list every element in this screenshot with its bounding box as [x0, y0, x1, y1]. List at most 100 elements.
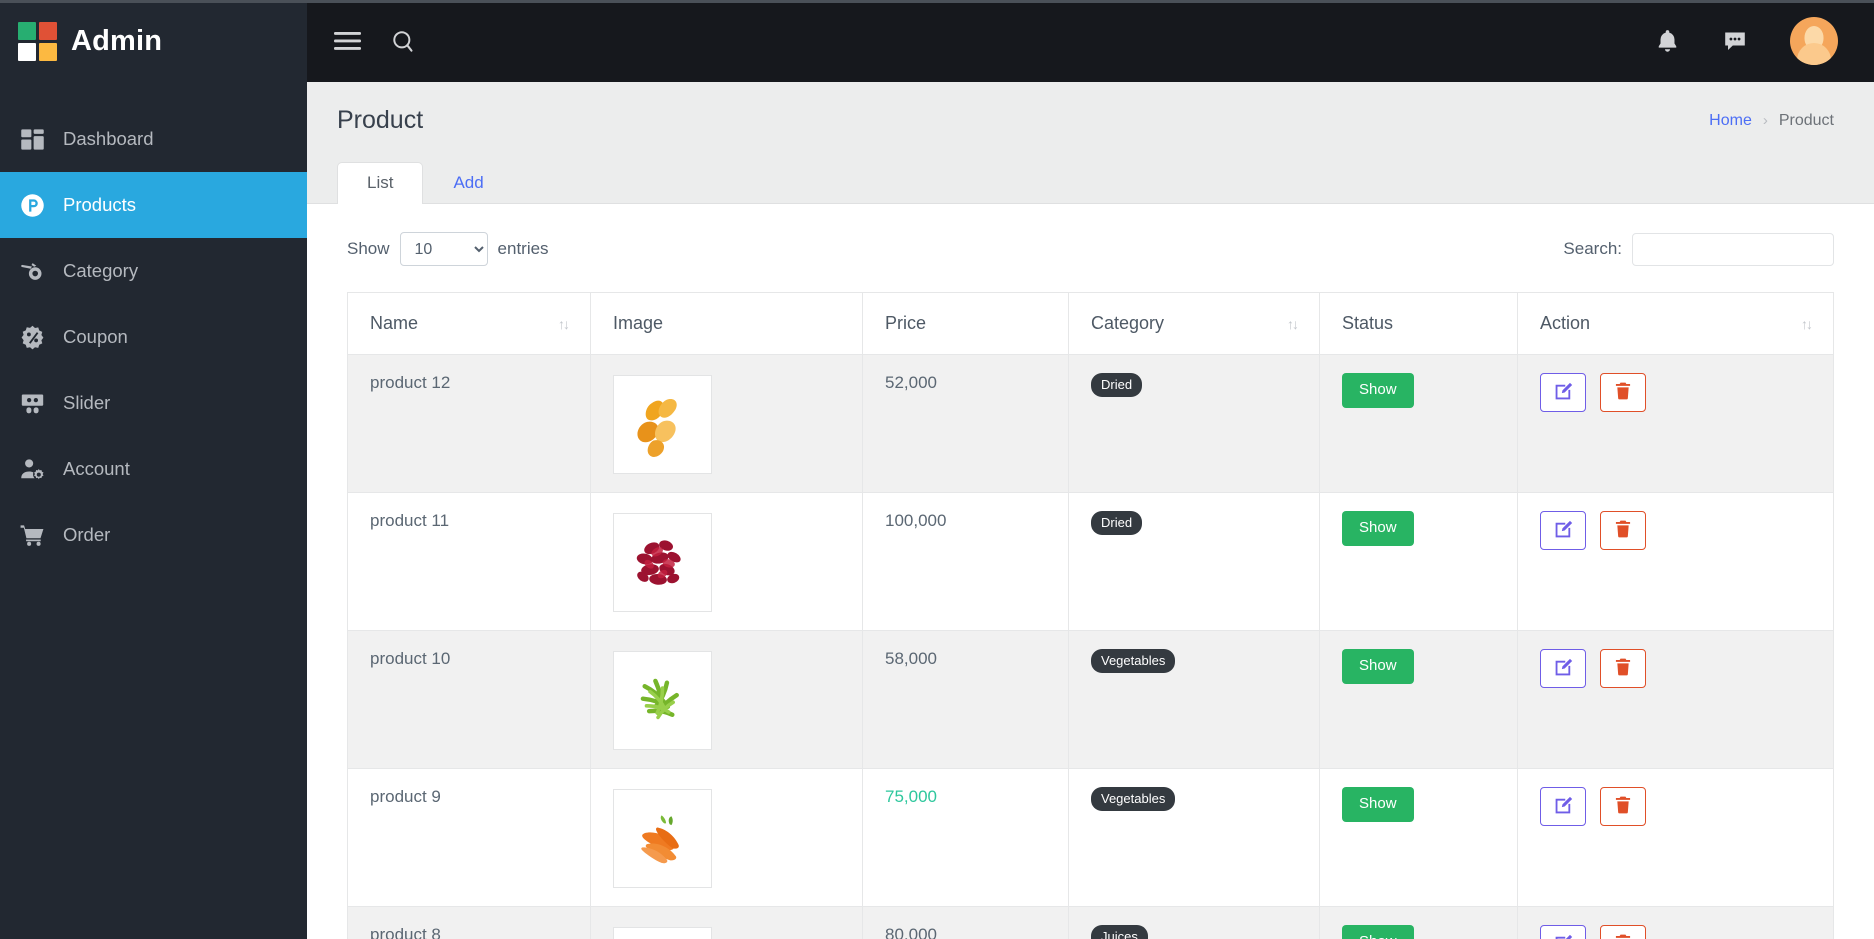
delete-button[interactable]: [1600, 787, 1646, 826]
cell-status: Show: [1319, 630, 1518, 769]
trash-icon: [1613, 381, 1633, 404]
cell-status: Show: [1319, 906, 1518, 939]
chat-bubble-icon[interactable]: [1722, 29, 1748, 54]
sidebar-item-account[interactable]: Account: [0, 436, 307, 502]
brand-logo-area[interactable]: Admin: [0, 0, 307, 82]
category-badge: Vegetables: [1091, 649, 1176, 673]
search-icon[interactable]: [391, 29, 416, 54]
delete-button[interactable]: [1600, 649, 1646, 688]
coupon-percent-icon: [18, 323, 46, 351]
product-table: Name ↑↓ Image Price Category ↑↓ Status A…: [347, 292, 1834, 939]
cell-price: 58,000: [862, 630, 1069, 769]
cell-status: Show: [1319, 492, 1518, 631]
edit-pencil-icon: [1553, 519, 1574, 543]
tab-add[interactable]: Add: [423, 162, 513, 204]
dashboard-icon: [18, 125, 46, 153]
column-label: Name: [370, 313, 419, 333]
edit-pencil-icon: [1553, 657, 1574, 681]
cell-name: product 11: [347, 492, 591, 631]
sidebar-item-label: Coupon: [63, 326, 128, 347]
delete-button[interactable]: [1600, 511, 1646, 550]
show-button[interactable]: Show: [1342, 649, 1414, 684]
edit-button[interactable]: [1540, 925, 1586, 939]
product-thumbnail: [613, 651, 712, 750]
logo-tile-4: [39, 42, 57, 61]
sort-arrows-icon: ↑↓: [558, 315, 570, 332]
column-header-status[interactable]: Status: [1319, 292, 1518, 355]
cell-price: 100,000: [862, 492, 1069, 631]
search-group: Search:: [1563, 232, 1834, 266]
logo-tile-2: [39, 21, 57, 40]
cell-name: product 9: [347, 768, 591, 907]
sidebar-item-dashboard[interactable]: Dashboard: [0, 106, 307, 172]
product-price: 58,000: [885, 649, 937, 668]
edit-button[interactable]: [1540, 787, 1586, 826]
bell-icon[interactable]: [1655, 28, 1680, 54]
product-name: product 9: [370, 787, 441, 806]
edit-button[interactable]: [1540, 511, 1586, 550]
cell-price: 80,000: [862, 906, 1069, 939]
topbar: [307, 0, 1874, 82]
avatar-body: [1797, 43, 1831, 65]
column-header-name[interactable]: Name ↑↓: [347, 292, 591, 355]
logo-tile-3: [18, 42, 36, 61]
tab-bar: List Add: [307, 159, 1874, 204]
column-label: Price: [885, 313, 927, 333]
sidebar-item-label: Order: [63, 524, 111, 545]
page-header: Product Home › Product: [307, 82, 1874, 159]
sidebar-item-products[interactable]: Products: [0, 172, 307, 238]
cell-action: [1517, 492, 1834, 631]
cell-price: 75,000: [862, 768, 1069, 907]
sidebar-item-slider[interactable]: Slider: [0, 370, 307, 436]
column-header-price[interactable]: Price: [862, 292, 1069, 355]
delete-button[interactable]: [1600, 373, 1646, 412]
product-thumbnail: [613, 927, 712, 939]
action-button-group: [1540, 649, 1811, 688]
table-header-row: Name ↑↓ Image Price Category ↑↓ Status A…: [347, 292, 1834, 355]
category-badge: Vegetables: [1091, 787, 1176, 811]
delete-button[interactable]: [1600, 925, 1646, 939]
trash-icon: [1613, 519, 1633, 542]
sidebar-item-label: Account: [63, 458, 130, 479]
edit-button[interactable]: [1540, 649, 1586, 688]
show-button[interactable]: Show: [1342, 511, 1414, 546]
main-area: Product Home › Product List Add Show 102…: [307, 0, 1874, 939]
user-avatar[interactable]: [1790, 17, 1838, 65]
cell-image: [590, 354, 863, 493]
cell-status: Show: [1319, 768, 1518, 907]
column-label: Action: [1540, 313, 1591, 333]
show-button[interactable]: Show: [1342, 925, 1414, 939]
cell-action: [1517, 768, 1834, 907]
sidebar-item-coupon[interactable]: Coupon: [0, 304, 307, 370]
column-header-image[interactable]: Image: [590, 292, 863, 355]
cell-action: [1517, 630, 1834, 769]
breadcrumb-home-link[interactable]: Home: [1709, 112, 1752, 130]
cell-image: [590, 630, 863, 769]
show-entries-group: Show 102550100 entries: [347, 232, 549, 266]
product-price: 100,000: [885, 511, 947, 530]
chevron-right-icon: ›: [1762, 112, 1768, 129]
tab-list[interactable]: List: [337, 161, 424, 204]
sidebar-item-label: Slider: [63, 392, 111, 413]
search-input[interactable]: [1632, 232, 1834, 266]
cell-category: Juices: [1068, 906, 1320, 939]
entries-select[interactable]: 102550100: [399, 232, 488, 266]
cell-category: Dried: [1068, 354, 1320, 493]
search-label: Search:: [1563, 239, 1622, 258]
hamburger-menu-icon[interactable]: [334, 31, 361, 51]
product-name: product 8: [370, 925, 441, 939]
trash-icon: [1613, 657, 1633, 680]
breadcrumb-current: Product: [1778, 111, 1834, 129]
sidebar-item-order[interactable]: Order: [0, 502, 307, 568]
product-price: 75,000: [885, 787, 937, 806]
cell-name: product 8: [347, 906, 591, 939]
sidebar-item-category[interactable]: Category: [0, 238, 307, 304]
edit-button[interactable]: [1540, 373, 1586, 412]
sort-arrows-icon: ↑↓: [1801, 315, 1813, 332]
show-button[interactable]: Show: [1342, 373, 1414, 408]
column-header-action[interactable]: Action ↑↓: [1517, 292, 1834, 355]
action-button-group: [1540, 925, 1811, 939]
show-button[interactable]: Show: [1342, 787, 1414, 822]
table-row: product 10 58,000 Vegetables Show: [347, 630, 1834, 769]
column-header-category[interactable]: Category ↑↓: [1068, 292, 1320, 355]
